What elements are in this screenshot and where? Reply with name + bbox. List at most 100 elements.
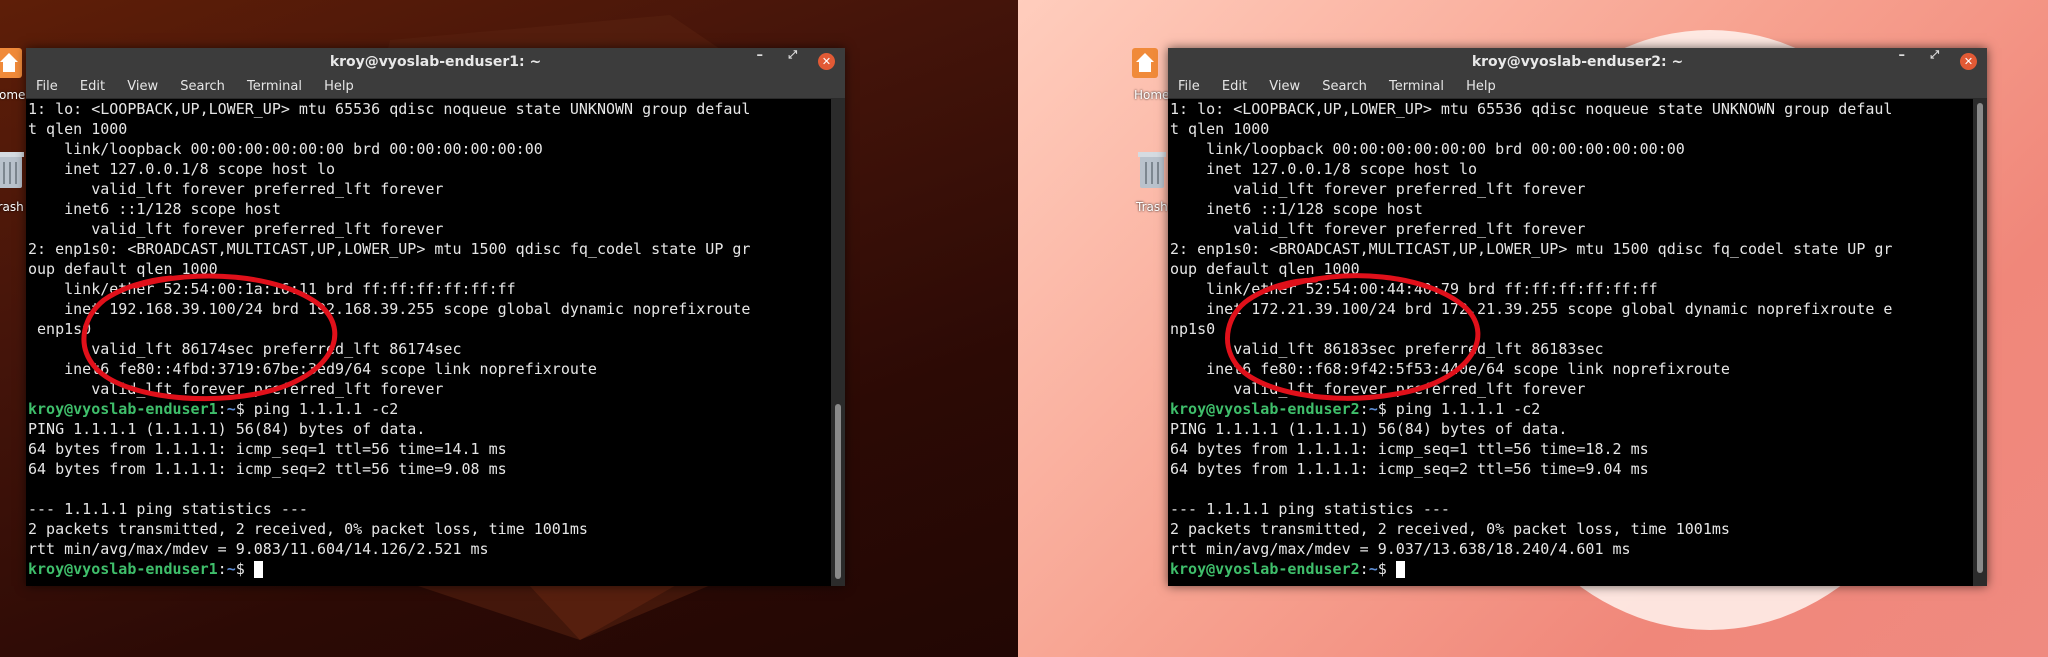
terminal-line: valid_lft forever preferred_lft forever (1170, 220, 1586, 238)
terminal-line: valid_lft forever preferred_lft forever (1170, 380, 1586, 398)
menu-edit[interactable]: Edit (80, 76, 105, 98)
trash-can-icon (1138, 152, 1166, 188)
text-cursor (1395, 561, 1405, 578)
menu-bar: File Edit View Search Terminal Help (26, 76, 845, 99)
prompt-path: ~ (1368, 560, 1378, 578)
terminal-line: valid_lft forever preferred_lft forever (1170, 180, 1586, 198)
terminal-line: inet6 ::1/128 scope host (28, 200, 281, 218)
menu-bar: File Edit View Search Terminal Help (1168, 76, 1987, 99)
minimize-button[interactable]: – (757, 48, 764, 76)
current-prompt-line[interactable]: kroy@vyoslab-enduser2:~$ (1170, 559, 1973, 579)
terminal-line: link/loopback 00:00:00:00:00:00 brd 00:0… (1170, 140, 1685, 158)
prompt-path: ~ (226, 400, 236, 418)
menu-help[interactable]: Help (324, 76, 354, 98)
prompt-symbol: $ (1377, 560, 1387, 578)
terminal-line: enp1s0 (28, 320, 92, 338)
terminal-line: 64 bytes from 1.1.1.1: icmp_seq=1 ttl=56… (28, 440, 507, 458)
terminal-line: 64 bytes from 1.1.1.1: icmp_seq=2 ttl=56… (1170, 460, 1649, 478)
terminal-line: valid_lft forever preferred_lft forever (28, 220, 444, 238)
terminal-line: PING 1.1.1.1 (1.1.1.1) 56(84) bytes of d… (28, 420, 426, 438)
terminal-line: inet6 fe80::f68:9f42:5f53:440e/64 scope … (1170, 360, 1730, 378)
terminal-line: 1: lo: <LOOPBACK,UP,LOWER_UP> mtu 65536 … (28, 100, 751, 118)
prompt-user: kroy@vyoslab-enduser2 (1170, 560, 1360, 578)
command-line: kroy@vyoslab-enduser1:~$ ping 1.1.1.1 -c… (28, 400, 399, 418)
terminal-line: t qlen 1000 (1170, 120, 1270, 138)
command-line: kroy@vyoslab-enduser2:~$ ping 1.1.1.1 -c… (1170, 400, 1541, 418)
prompt-symbol: $ (1377, 400, 1387, 418)
prompt-user: kroy@vyoslab-enduser1 (28, 560, 218, 578)
window-title[interactable]: kroy@vyoslab-enduser2: ~ (1168, 48, 1987, 76)
terminal-line: --- 1.1.1.1 ping statistics --- (28, 500, 308, 518)
menu-file[interactable]: File (1178, 76, 1200, 98)
prompt-path: ~ (226, 560, 236, 578)
terminal-line: link/loopback 00:00:00:00:00:00 brd 00:0… (28, 140, 543, 158)
close-button[interactable]: ✕ (1960, 53, 1977, 70)
terminal-line: 64 bytes from 1.1.1.1: icmp_seq=1 ttl=56… (1170, 440, 1649, 458)
terminal-line: link/ether 52:54:00:1a:16:11 brd ff:ff:f… (28, 280, 516, 298)
terminal-line: oup default qlen 1000 (1170, 260, 1360, 278)
menu-file[interactable]: File (36, 76, 58, 98)
prompt-symbol: $ (235, 560, 245, 578)
prompt-path: ~ (1368, 400, 1378, 418)
close-button[interactable]: ✕ (818, 53, 835, 70)
prompt-user: kroy@vyoslab-enduser2 (1170, 400, 1360, 418)
terminal-line: inet6 ::1/128 scope host (1170, 200, 1423, 218)
terminal-line: inet 172.21.39.100/24 brd 172.21.39.255 … (1170, 300, 1893, 318)
minimize-button[interactable]: – (1899, 48, 1906, 76)
trash-icon-label: Trash (1136, 200, 1168, 214)
terminal-line: inet 127.0.0.1/8 scope host lo (28, 160, 336, 178)
home-icon-label: Home (1134, 88, 1170, 102)
terminal-line: inet6 fe80::4fbd:3719:67be:3ed9/64 scope… (28, 360, 597, 378)
terminal-line: 2 packets transmitted, 2 received, 0% pa… (1170, 520, 1730, 538)
home-icon (0, 48, 22, 78)
terminal-line: t qlen 1000 (28, 120, 128, 138)
terminal-line: valid_lft 86183sec preferred_lft 86183se… (1170, 340, 1604, 358)
terminal-line: 2: enp1s0: <BROADCAST,MULTICAST,UP,LOWER… (28, 240, 751, 258)
prompt-user: kroy@vyoslab-enduser1 (28, 400, 218, 418)
terminal-line: --- 1.1.1.1 ping statistics --- (1170, 500, 1450, 518)
menu-view[interactable]: View (127, 76, 158, 98)
terminal-line: 64 bytes from 1.1.1.1: icmp_seq=2 ttl=56… (28, 460, 507, 478)
maximize-button[interactable]: ⤢ (1930, 48, 1939, 76)
menu-terminal[interactable]: Terminal (1389, 76, 1444, 98)
maximize-button[interactable]: ⤢ (788, 48, 797, 76)
terminal-line: PING 1.1.1.1 (1.1.1.1) 56(84) bytes of d… (1170, 420, 1568, 438)
terminal-line: np1s0 (1170, 320, 1216, 338)
menu-terminal[interactable]: Terminal (247, 76, 302, 98)
terminal-line: rtt min/avg/max/mdev = 9.083/11.604/14.1… (28, 540, 489, 558)
terminal-line: 2: enp1s0: <BROADCAST,MULTICAST,UP,LOWER… (1170, 240, 1893, 258)
terminal-line: link/ether 52:54:00:44:40:79 brd ff:ff:f… (1170, 280, 1658, 298)
terminal-line: valid_lft forever preferred_lft forever (28, 380, 444, 398)
scrollbar-thumb[interactable] (835, 404, 841, 579)
window-title[interactable]: kroy@vyoslab-enduser1: ~ (26, 48, 845, 76)
menu-search[interactable]: Search (180, 76, 225, 98)
terminal-line: 2 packets transmitted, 2 received, 0% pa… (28, 520, 588, 538)
home-icon (1132, 48, 1158, 78)
scrollbar[interactable] (1973, 99, 1987, 586)
terminal-output[interactable]: 1: lo: <LOOPBACK,UP,LOWER_UP> mtu 65536 … (1168, 99, 1973, 586)
menu-help[interactable]: Help (1466, 76, 1496, 98)
terminal-line: oup default qlen 1000 (28, 260, 218, 278)
prompt-symbol: $ (235, 400, 245, 418)
terminal-line: inet 127.0.0.1/8 scope host lo (1170, 160, 1478, 178)
menu-view[interactable]: View (1269, 76, 1300, 98)
trash-can-icon (0, 152, 24, 188)
terminal-line: valid_lft 86174sec preferred_lft 86174se… (28, 340, 462, 358)
scrollbar[interactable] (831, 99, 845, 586)
terminal-line: inet 192.168.39.100/24 brd 192.168.39.25… (28, 300, 751, 318)
terminal-output[interactable]: 1: lo: <LOOPBACK,UP,LOWER_UP> mtu 65536 … (26, 99, 831, 586)
text-cursor (253, 561, 263, 578)
current-prompt-line[interactable]: kroy@vyoslab-enduser1:~$ (28, 559, 831, 579)
home-icon-label: Home (0, 88, 26, 102)
terminal-window-2[interactable]: kroy@vyoslab-enduser2: ~ – ⤢ ✕ File Edit… (1168, 48, 1987, 586)
typed-command: ping 1.1.1.1 -c2 (1386, 400, 1541, 418)
terminal-window-1[interactable]: kroy@vyoslab-enduser1: ~ – ⤢ ✕ File Edit… (26, 48, 845, 586)
typed-command: ping 1.1.1.1 -c2 (244, 400, 399, 418)
terminal-line: 1: lo: <LOOPBACK,UP,LOWER_UP> mtu 65536 … (1170, 100, 1893, 118)
menu-edit[interactable]: Edit (1222, 76, 1247, 98)
menu-search[interactable]: Search (1322, 76, 1367, 98)
trash-icon-label: Trash (0, 200, 24, 214)
scrollbar-thumb[interactable] (1977, 103, 1983, 573)
